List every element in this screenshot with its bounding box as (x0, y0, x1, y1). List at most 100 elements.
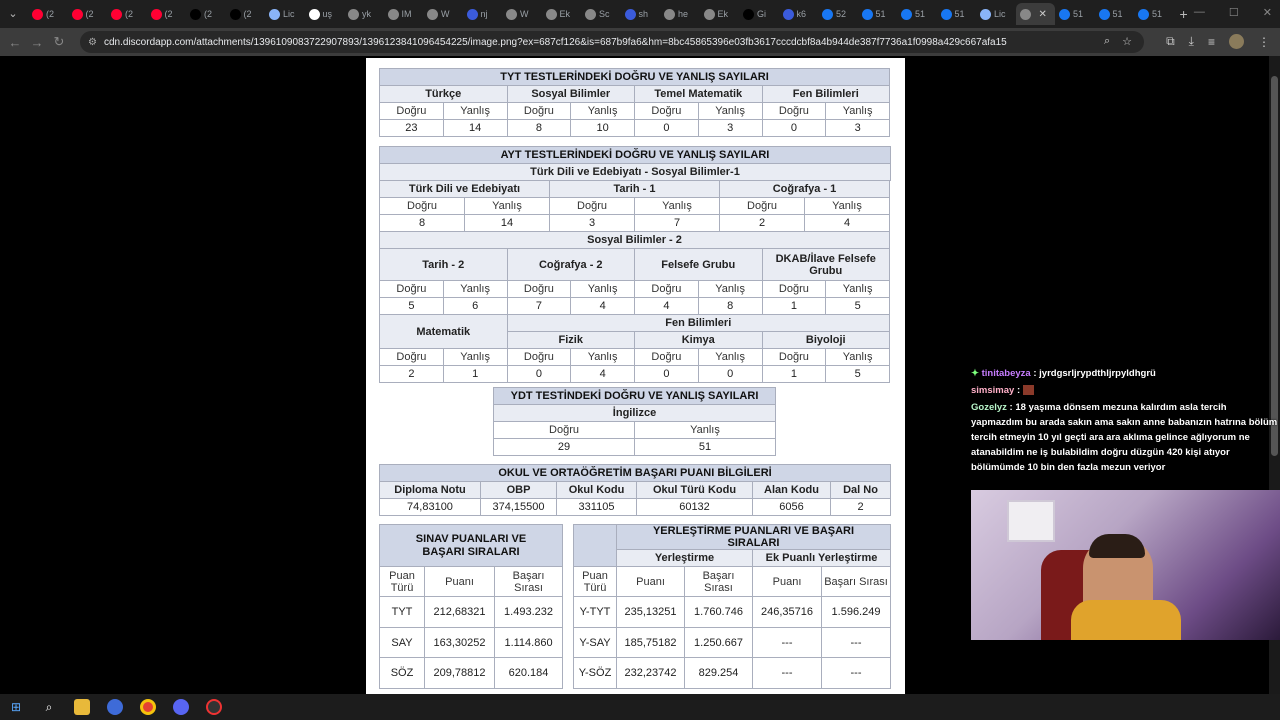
chat-message: Gozelyz : 18 yaşıma dönsem mezuna kalırd… (971, 402, 1278, 473)
dogru-label: Doğru (379, 280, 444, 298)
globe-icon (664, 8, 675, 20)
okul-value: 2 (829, 498, 892, 516)
browser-tab[interactable]: (2 (28, 3, 68, 25)
sinav-table: SINAV PUANLARI VE BAŞARI SIRALARI Puan T… (378, 524, 564, 689)
result-document: TYT TESTLERİNDEKİ DOĞRU VE YANLIŞ SAYILA… (366, 58, 905, 694)
dogru-label: Doğru (719, 197, 805, 215)
browser-tab[interactable]: (2 (186, 3, 226, 25)
okul-value: 331105 (556, 498, 637, 516)
browser-tab[interactable]: Ek (700, 3, 740, 25)
browser-tab[interactable]: ✕ (1015, 3, 1055, 25)
tab-label: 51 (1152, 9, 1163, 19)
ayt-matematik: Matematik (379, 314, 508, 349)
extensions-icon[interactable]: ⧉ (1166, 34, 1175, 49)
score-cell: 10 (570, 119, 635, 137)
score-cell: 8 (697, 297, 763, 315)
score-cell: 0 (634, 119, 699, 137)
browser-tab[interactable]: 52 (818, 3, 858, 25)
browser-tab[interactable]: Ek (542, 3, 582, 25)
bookmark-star-icon[interactable]: ☆ (1122, 35, 1132, 48)
browser-tab[interactable]: 51 (858, 3, 898, 25)
browser-tab[interactable]: W (423, 3, 463, 25)
browser-tab[interactable]: 51 (1095, 3, 1135, 25)
media-icon[interactable]: ≡ (1208, 35, 1215, 49)
browser-tab[interactable]: sh (621, 3, 661, 25)
tab-label: W (520, 9, 529, 19)
tab-label: he (678, 9, 689, 19)
profile-avatar[interactable] (1229, 34, 1244, 49)
browser-tab[interactable]: Gi (739, 3, 779, 25)
browser-tab[interactable]: Sc (581, 3, 621, 25)
facebook-icon (822, 8, 833, 20)
site-info-icon[interactable]: ⚙ (88, 37, 104, 48)
h-icon (782, 8, 794, 20)
search-icon[interactable]: ⌕ (41, 699, 57, 715)
app-icon[interactable] (107, 699, 123, 715)
yanlis-label: Yanlış (442, 280, 508, 298)
yerlestirme-header: Başarı Sırası (684, 566, 753, 597)
score-cell: 2 (719, 214, 805, 232)
close-window-icon[interactable]: ✕ (1263, 6, 1272, 19)
sinav-header: Puan Türü (379, 566, 425, 597)
obs-icon[interactable] (206, 699, 222, 715)
url-text[interactable]: cdn.discordapp.com/attachments/139610908… (104, 37, 1094, 48)
browser-tab[interactable]: Lic (265, 3, 305, 25)
browser-tab[interactable]: 51 (1134, 3, 1174, 25)
browser-tab[interactable]: Lic (976, 3, 1016, 25)
facebook-icon (1059, 8, 1070, 20)
chrome-icon[interactable] (140, 699, 156, 715)
browser-tab[interactable]: (2 (68, 3, 108, 25)
tab-label: k6 (796, 9, 807, 19)
address-bar[interactable]: ⚙ cdn.discordapp.com/attachments/1396109… (80, 31, 1144, 53)
reload-icon[interactable]: ↻ (48, 34, 70, 50)
chat-text: 18 yaşıma dönsem mezuna kalırdım asla te… (971, 402, 1278, 473)
browser-tab[interactable]: IM (384, 3, 424, 25)
okul-header: OBP (480, 481, 557, 499)
browser-tab[interactable]: (2 (107, 3, 147, 25)
yanlis-label: Yanlış (825, 348, 890, 366)
score-cell: 0 (697, 365, 763, 383)
browser-tab[interactable]: uş (305, 3, 345, 25)
tab-search-icon[interactable]: ⌄ (4, 5, 22, 23)
yerlestirme-table: YERLEŞTİRME PUANLARI VE BAŞARI SIRALARI … (573, 524, 892, 689)
sinav-cell: SÖZ (379, 657, 425, 689)
window-controls: — ☐ ✕ (1194, 6, 1272, 19)
tab-label: Sc (599, 9, 610, 19)
tab-label: W (441, 9, 450, 19)
sinav-cell: 209,78812 (424, 657, 495, 689)
tab-label: 52 (836, 9, 847, 19)
webcam-overlay (971, 490, 1280, 640)
browser-tab[interactable]: (2 (147, 3, 187, 25)
browser-tab[interactable]: 51 (937, 3, 977, 25)
maximize-icon[interactable]: ☐ (1229, 6, 1239, 19)
score-cell: 5 (825, 297, 890, 315)
browser-tab[interactable]: he (660, 3, 700, 25)
dogru-label: Doğru (761, 102, 827, 120)
browser-tab[interactable]: nj (463, 3, 503, 25)
browser-tab[interactable]: 51 (1055, 3, 1095, 25)
minimize-icon[interactable]: — (1194, 6, 1205, 19)
zoom-icon[interactable]: ⌕ (1104, 35, 1110, 48)
ayt-section-2-table: Tarih - 2 Coğrafya - 2 Felsefe Grubu DKA… (379, 248, 890, 383)
x-icon (743, 8, 754, 20)
windows-start-icon[interactable]: ⊞ (8, 699, 24, 715)
back-icon[interactable]: ← (4, 35, 26, 50)
yerlestirme-cell: Y-SÖZ (573, 657, 617, 689)
yanlis-label: Yanlış (697, 348, 763, 366)
h-icon (466, 8, 478, 20)
sinav-cell: 163,30252 (424, 627, 495, 658)
browser-tab[interactable]: 51 (897, 3, 937, 25)
download-icon[interactable]: ⤓ (1189, 34, 1194, 49)
tab-label: (2 (243, 9, 252, 19)
browser-tab[interactable]: (2 (226, 3, 266, 25)
tab-label: Ek (717, 9, 729, 19)
menu-icon[interactable]: ⋮ (1258, 35, 1270, 49)
browser-tab[interactable]: k6 (779, 3, 819, 25)
new-tab-icon[interactable]: + (1180, 6, 1188, 22)
forward-icon[interactable]: → (26, 35, 48, 50)
file-explorer-icon[interactable] (74, 699, 90, 715)
browser-tab[interactable]: W (502, 3, 542, 25)
close-tab-icon[interactable]: ✕ (1039, 9, 1047, 20)
discord-icon[interactable] (173, 699, 189, 715)
browser-tab[interactable]: yk (344, 3, 384, 25)
